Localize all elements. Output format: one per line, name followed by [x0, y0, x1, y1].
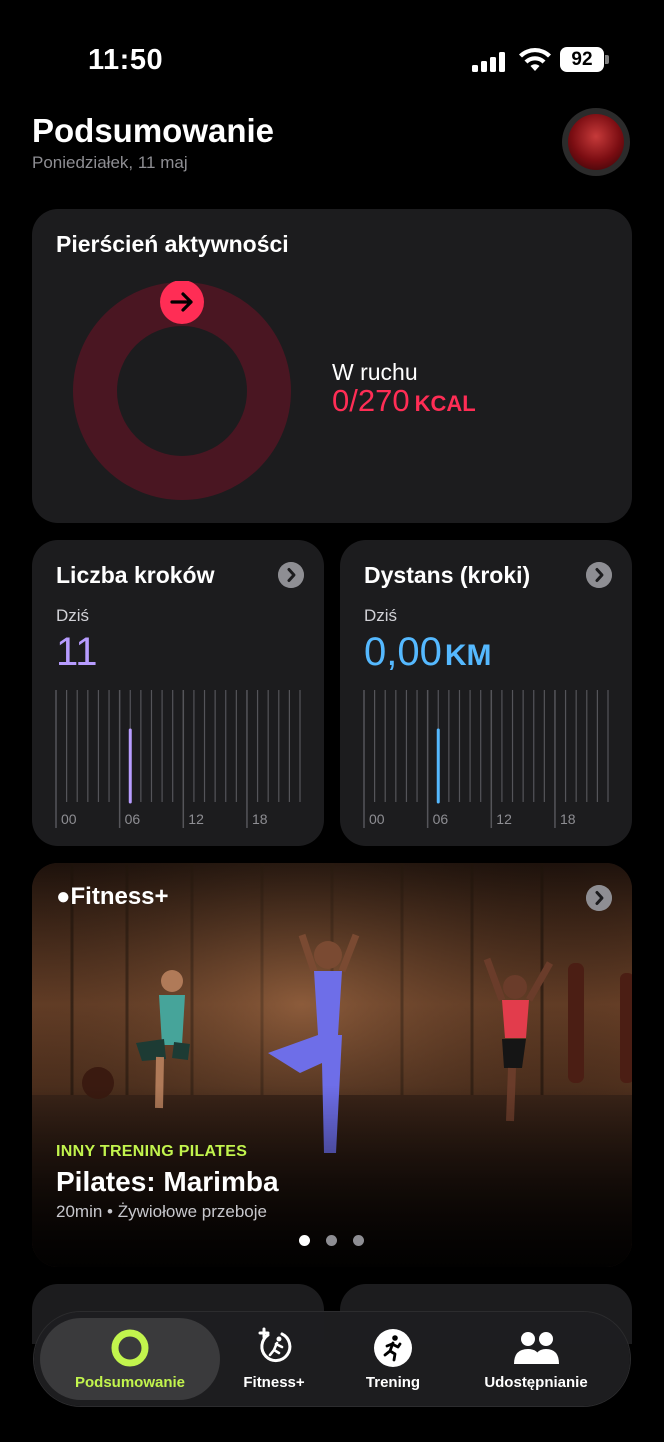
- fitness-plus-card[interactable]: ●Fitness+ INNY TRENING PILATES Pilates: …: [32, 863, 632, 1267]
- tab-sharing[interactable]: Udostępnianie: [456, 1312, 616, 1406]
- page-date: Poniedziałek, 11 maj: [32, 153, 188, 172]
- chevron-right-icon[interactable]: [586, 562, 612, 588]
- activity-card-title: Pierścień aktywności: [56, 231, 289, 257]
- distance-value-unit: KM: [444, 639, 492, 672]
- move-label: W ruchu: [332, 359, 418, 385]
- battery-cap: [605, 55, 609, 64]
- steps-tick-label: 06: [125, 811, 141, 827]
- avatar-image: [568, 114, 624, 170]
- tab-sharing-label: Udostępnianie: [484, 1374, 588, 1391]
- distance-tick-label: 18: [560, 811, 576, 827]
- fitness-plus-logo: ●Fitness+: [56, 883, 169, 911]
- distance-today-label: Dziś: [364, 606, 398, 625]
- distance-card-title: Dystans (kroki): [364, 562, 531, 588]
- fitness-plus-logo-text: Fitness+: [70, 883, 169, 910]
- apple-logo-icon: ●: [56, 883, 71, 910]
- page-dot[interactable]: [353, 1235, 364, 1246]
- workout-title: Pilates: Marimba: [56, 1166, 279, 1197]
- chevron-right-icon[interactable]: [586, 885, 612, 911]
- steps-card-title: Liczba kroków: [56, 562, 215, 588]
- page-indicator[interactable]: [299, 1235, 365, 1247]
- steps-today-label: Dziś: [56, 606, 90, 625]
- activity-ring-card[interactable]: Pierścień aktywności W ruchu 0/270 KCAL: [32, 209, 632, 523]
- steps-hourly-chart: 00 06 12 18: [55, 690, 301, 828]
- chevron-right-icon[interactable]: [278, 562, 304, 588]
- wifi-icon: [519, 48, 551, 71]
- steps-tick-label: 12: [188, 811, 204, 827]
- people-icon: [514, 1332, 559, 1364]
- fitness-plus-icon: [258, 1327, 292, 1363]
- status-time: 11:50: [88, 44, 164, 76]
- tab-workout[interactable]: Trening: [313, 1312, 473, 1406]
- distance-card[interactable]: Dystans (kroki) Dziś 0,00 KM 00 06 12 18: [340, 540, 632, 846]
- steps-tick-label: 18: [252, 811, 268, 827]
- tab-summary[interactable]: Podsumowanie: [50, 1312, 210, 1406]
- distance-value: 0,00 KM: [364, 630, 492, 675]
- tab-summary-label: Podsumowanie: [74, 1374, 186, 1391]
- steps-card[interactable]: Liczba kroków Dziś 11 00 06 12 18: [32, 540, 324, 846]
- battery-indicator: 92: [560, 47, 604, 72]
- move-value-number: 0/270: [332, 383, 410, 418]
- tab-workout-label: Trening: [365, 1374, 421, 1391]
- move-value: 0/270 KCAL: [332, 383, 476, 419]
- avatar[interactable]: [562, 108, 630, 176]
- activity-ring: [73, 281, 291, 500]
- distance-tick-label: 00: [369, 811, 385, 827]
- workout-category: INNY TRENING PILATES: [56, 1143, 248, 1160]
- page-dot[interactable]: [326, 1235, 337, 1246]
- steps-value: 11: [56, 630, 98, 674]
- activity-ring-icon: [111, 1329, 149, 1367]
- distance-hourly-chart: 00 06 12 18: [363, 690, 609, 828]
- move-value-unit: KCAL: [414, 391, 476, 416]
- page-title: Podsumowanie: [32, 112, 275, 149]
- cellular-signal-icon: [472, 52, 506, 72]
- steps-tick-label: 00: [61, 811, 77, 827]
- tab-bar: Podsumowanie Fitness+ Trening Udostępnia…: [34, 1312, 630, 1406]
- page-dot[interactable]: [299, 1235, 310, 1246]
- distance-tick-label: 12: [496, 811, 512, 827]
- workout-meta: 20min • Żywiołowe przeboje: [56, 1202, 267, 1221]
- distance-value-number: 0,00: [364, 630, 442, 674]
- running-figure-icon: [374, 1329, 412, 1367]
- distance-tick-label: 06: [433, 811, 449, 827]
